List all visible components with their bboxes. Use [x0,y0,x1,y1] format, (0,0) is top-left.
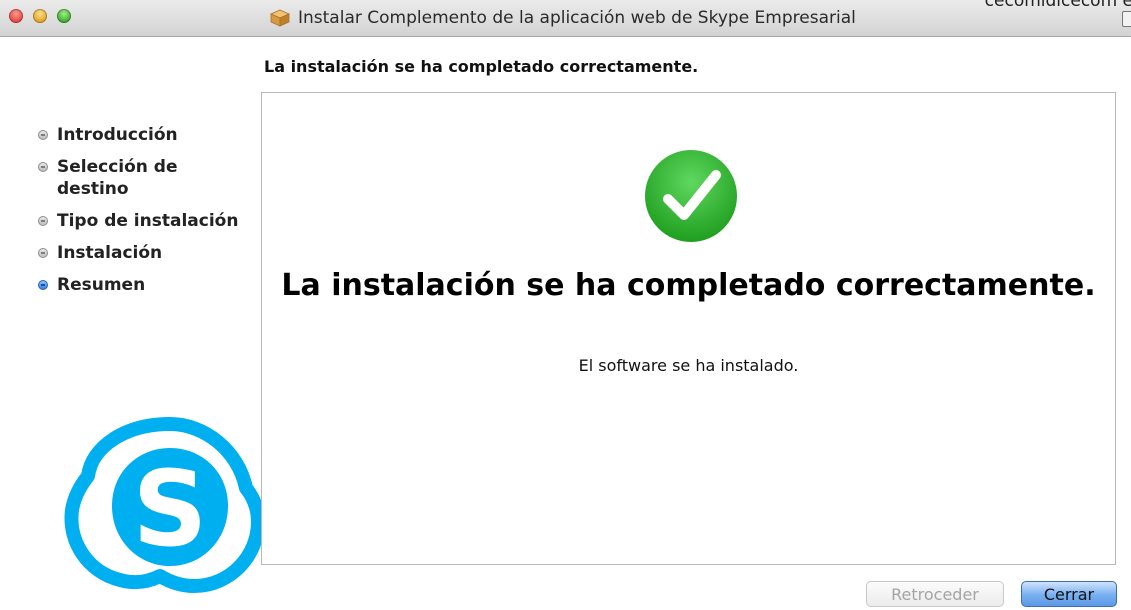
skype-s-glyph: S [133,448,208,570]
step-resumen: Resumen [38,274,253,296]
step-label: Tipo de instalación [57,211,239,231]
success-check-icon [645,150,737,242]
step-label: Resumen [57,275,146,295]
step-tipo-instalacion: Tipo de instalación [38,210,253,232]
active-step-bullet-icon [38,280,48,290]
window-titlebar: Instalar Complemento de la aplicación we… [0,0,1131,37]
step-instalacion: Instalación [38,242,253,264]
success-message: El software se ha instalado. [578,356,799,375]
back-button[interactable]: Retroceder [866,581,1004,607]
close-window-button[interactable] [9,9,23,23]
page-title: La instalación se ha completado correcta… [264,57,699,76]
minimize-window-button[interactable] [33,9,47,23]
step-label: Instalación [57,243,163,263]
toolbar-toggle-icon[interactable] [1122,11,1131,27]
step-seleccion-destino: Selección de destino [38,156,207,200]
step-label: Introducción [57,125,178,145]
installer-steps: Introducción Selección de destino Tipo d… [38,124,253,306]
close-button[interactable]: Cerrar [1021,581,1117,607]
success-heading: La instalación se ha completado correcta… [281,268,1096,303]
step-bullet-icon [38,248,48,258]
step-bullet-icon [38,130,48,140]
step-label: Selección de destino [57,157,178,199]
step-bullet-icon [38,216,48,226]
step-bullet-icon [38,162,48,172]
package-icon [270,9,290,27]
zoom-window-button[interactable] [57,9,71,23]
skype-logo-icon: S [64,417,265,593]
content-panel: La instalación se ha completado correcta… [261,92,1116,565]
step-introduccion: Introducción [38,124,253,146]
corner-text: cecomidicecom e [984,0,1131,11]
window-title: Instalar Complemento de la aplicación we… [298,8,856,28]
window-title-group: Instalar Complemento de la aplicación we… [270,6,856,30]
